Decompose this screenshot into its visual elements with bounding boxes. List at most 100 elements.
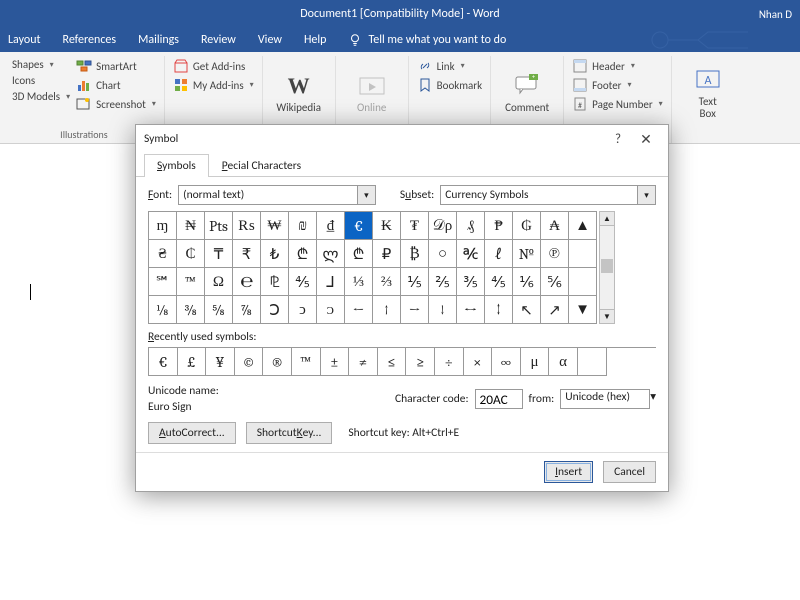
symbol-cell[interactable]: ₵ (177, 240, 205, 268)
symbol-cell[interactable]: ₳ (541, 212, 569, 240)
close-button[interactable]: ✕ (632, 131, 660, 148)
symbol-cell[interactable]: ₮ (401, 212, 429, 240)
symbol-cell[interactable]: ℠ (149, 268, 177, 296)
symbol-cell[interactable]: № (513, 240, 541, 268)
recent-symbol-cell[interactable]: ≠ (349, 348, 378, 376)
recent-symbol-cell[interactable]: £ (178, 348, 207, 376)
symbol-cell[interactable]: ← (345, 296, 373, 324)
text-box-button[interactable]: A Text Box (680, 58, 736, 126)
symbol-cell[interactable]: ⅕ (401, 268, 429, 296)
online-video-button[interactable]: Online (344, 58, 400, 126)
insert-button[interactable]: Insert (544, 461, 593, 483)
recent-symbol-cell[interactable]: ÷ (435, 348, 464, 376)
symbol-cell[interactable]: ₾ (289, 240, 317, 268)
header-button[interactable]: Header (572, 58, 663, 74)
symbol-scrollbar[interactable]: ▲ ▼ (599, 211, 615, 324)
page-number-button[interactable]: #Page Number (572, 96, 663, 112)
bookmark-button[interactable]: Bookmark (417, 77, 482, 93)
symbol-cell[interactable]: ⅘ (485, 268, 513, 296)
recent-symbol-cell[interactable]: μ (521, 348, 550, 376)
tab-layout[interactable]: Layout (8, 33, 41, 47)
symbol-cell[interactable]: ₸ (205, 240, 233, 268)
subset-combo-arrow[interactable]: ▾ (638, 185, 656, 205)
icons-button[interactable]: Icons (12, 74, 70, 87)
3d-models-button[interactable]: 3D Models (12, 90, 70, 103)
recent-symbol-cell[interactable]: ™ (292, 348, 321, 376)
symbol-cell[interactable]: ⅞ (233, 296, 261, 324)
subset-combo[interactable]: Currency Symbols (440, 185, 638, 205)
recent-symbol-cell[interactable] (578, 348, 607, 376)
symbol-cell[interactable] (569, 268, 597, 296)
footer-button[interactable]: Footer (572, 77, 663, 93)
recent-symbol-cell[interactable]: € (149, 348, 178, 376)
symbol-cell[interactable]: ⅖ (429, 268, 457, 296)
my-addins-button[interactable]: My Add-ins (173, 77, 254, 93)
recent-symbol-cell[interactable]: © (235, 348, 264, 376)
recent-symbol-cell[interactable]: ® (263, 348, 292, 376)
symbol-cell[interactable]: ₴ (149, 240, 177, 268)
recent-symbol-cell[interactable]: ≤ (378, 348, 407, 376)
symbol-cell[interactable]: ▼ (569, 296, 597, 324)
symbol-cell[interactable]: ₰ (457, 212, 485, 240)
symbol-cell[interactable]: Ↄ (261, 296, 289, 324)
font-combo-arrow[interactable]: ▾ (358, 185, 376, 205)
recent-symbol-cell[interactable]: α (549, 348, 578, 376)
symbol-cell[interactable]: ₹ (233, 240, 261, 268)
tab-help[interactable]: Help (304, 33, 327, 47)
symbol-cell[interactable]: ⅔ (373, 268, 401, 296)
symbol-cell[interactable]: ᴐ (317, 296, 345, 324)
link-button[interactable]: Link (417, 58, 482, 74)
recent-symbol-cell[interactable]: ∞ (492, 348, 521, 376)
recent-symbol-cell[interactable]: ¥ (206, 348, 235, 376)
symbol-cell[interactable]: ₨ (233, 212, 261, 240)
scroll-up-button[interactable]: ▲ (600, 212, 614, 226)
symbol-cell[interactable]: ⅃ (317, 268, 345, 296)
symbol-cell[interactable] (569, 240, 597, 268)
symbol-cell[interactable]: ↑ (373, 296, 401, 324)
from-combo-arrow[interactable]: ▾ (650, 389, 656, 409)
help-button[interactable]: ? (604, 132, 632, 147)
symbol-cell[interactable]: ⅙ (513, 268, 541, 296)
symbol-cell[interactable]: € (345, 212, 373, 240)
symbol-cell[interactable]: → (401, 296, 429, 324)
symbol-cell[interactable]: ₾ (345, 240, 373, 268)
get-addins-button[interactable]: Get Add-ins (173, 58, 254, 74)
symbol-cell[interactable]: ₱ (485, 212, 513, 240)
symbol-cell[interactable]: ℀ (457, 240, 485, 268)
tell-me-search[interactable]: Tell me what you want to do (348, 33, 506, 47)
symbol-cell[interactable]: ℮ (233, 268, 261, 296)
symbol-cell[interactable]: ₽ (373, 240, 401, 268)
symbol-cell[interactable]: ⅝ (205, 296, 233, 324)
chart-button[interactable]: Chart (76, 77, 156, 93)
from-combo[interactable]: Unicode (hex) (560, 389, 650, 409)
autocorrect-button[interactable]: AutoCorrect... (148, 422, 236, 444)
scroll-thumb[interactable] (601, 259, 613, 273)
symbol-cell[interactable]: ℗ (541, 240, 569, 268)
tab-special-characters[interactable]: Pecial Characters (209, 154, 314, 177)
tab-symbols[interactable]: Symbols (144, 154, 209, 177)
shapes-button[interactable]: Shapes (12, 58, 70, 71)
symbol-cell[interactable]: ⅊ (261, 268, 289, 296)
symbol-cell[interactable]: ↓ (429, 296, 457, 324)
scroll-track[interactable] (600, 226, 614, 309)
shortcut-key-button[interactable]: Shortcut Key... (246, 422, 333, 444)
symbol-cell[interactable]: ⅘ (289, 268, 317, 296)
symbol-cell[interactable]: ↕ (485, 296, 513, 324)
symbol-grid[interactable]: ɱ₦Pts₨₩₪₫€₭₮𝒟ρ₰₱₲₳▲₴₵₸₹₺₾ლ₾₽₿○℀ℓ№℗℠™Ω℮⅊⅘… (148, 211, 597, 324)
symbol-cell[interactable]: ℓ (485, 240, 513, 268)
symbol-cell[interactable]: ₭ (373, 212, 401, 240)
recent-symbols-grid[interactable]: €£¥©®™±≠≤≥÷×∞μα (148, 347, 656, 376)
symbol-cell[interactable]: ▲ (569, 212, 597, 240)
symbol-cell[interactable]: ↗ (541, 296, 569, 324)
symbol-cell[interactable]: ₦ (177, 212, 205, 240)
symbol-cell[interactable]: ↔ (457, 296, 485, 324)
symbol-cell[interactable]: ₲ (513, 212, 541, 240)
symbol-cell[interactable]: ⅗ (457, 268, 485, 296)
symbol-cell[interactable]: ₺ (261, 240, 289, 268)
recent-symbol-cell[interactable]: ± (321, 348, 350, 376)
recent-symbol-cell[interactable]: ≥ (406, 348, 435, 376)
symbol-cell[interactable]: ɱ (149, 212, 177, 240)
symbol-cell[interactable]: ⅛ (149, 296, 177, 324)
symbol-cell[interactable]: ⅜ (177, 296, 205, 324)
tab-review[interactable]: Review (201, 33, 236, 47)
